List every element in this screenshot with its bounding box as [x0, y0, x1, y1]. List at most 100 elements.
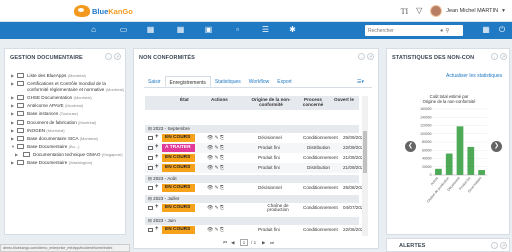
settings-icon[interactable]: ✱ — [287, 25, 298, 35]
group-row[interactable]: ⊟ 2023 - Juillet — [145, 195, 359, 203]
row-checkbox[interactable] — [148, 155, 153, 160]
plus-icon[interactable]: + — [155, 226, 159, 233]
column-header-state[interactable]: État — [180, 97, 189, 102]
column-header-origin[interactable]: Origine de la non-conformité — [250, 97, 292, 107]
avatar[interactable] — [430, 5, 443, 17]
column-header-actions[interactable]: Actions — [211, 97, 228, 102]
plus-icon[interactable]: + — [155, 134, 159, 141]
search-box[interactable]: ● ⚲ — [365, 25, 463, 36]
collapse-icon[interactable]: - — [491, 53, 498, 60]
expand-icon[interactable]: ↗ — [500, 53, 507, 60]
tree-item[interactable]: ▶ Base documentaire SICA (Montréal) — [11, 135, 127, 142]
collapse-icon[interactable]: - — [491, 242, 498, 249]
plus-icon[interactable]: + — [155, 144, 159, 151]
table-row[interactable]: + EN COURS 👁✎⎘ Produit fini Conditionnem… — [145, 225, 363, 235]
chevron-right-icon[interactable]: ▶ — [11, 95, 14, 101]
page-input[interactable]: 1 — [240, 239, 248, 246]
chevron-right-icon[interactable]: ▶ — [11, 73, 14, 79]
row-checkbox[interactable] — [148, 135, 153, 140]
row-actions[interactable]: 👁✎⎘ — [207, 134, 225, 142]
row-actions[interactable]: 👁✎⎘ — [207, 184, 225, 192]
row-checkbox[interactable] — [148, 145, 153, 150]
row-actions[interactable]: 👁✎⎘ — [207, 226, 225, 234]
chevron-right-icon[interactable]: ▶ — [15, 152, 18, 158]
tree-item[interactable]: ▶ Liste des BlueApps (Montréal) — [11, 73, 127, 79]
tab-saisir[interactable]: Saisir — [144, 76, 165, 87]
collapse-icon[interactable]: - — [105, 53, 112, 60]
folder-icon[interactable]: ▣ — [203, 25, 214, 35]
plus-icon[interactable]: + — [155, 184, 159, 191]
search-icon[interactable]: ⚲ — [445, 28, 449, 34]
plus-icon[interactable]: + — [155, 164, 159, 171]
table-row[interactable]: + EN COURS 👁✎⎘ Décisionnel Conditionneme… — [145, 183, 363, 193]
apps-icon[interactable]: ▦ — [481, 25, 491, 35]
power-icon[interactable]: ⏻ — [497, 25, 507, 35]
next-page-icon[interactable]: ▶ — [262, 240, 266, 246]
search-input[interactable] — [368, 27, 438, 34]
chevron-right-icon[interactable]: ▶ — [11, 136, 14, 142]
tree-item[interactable]: ▶ Certifications et Contrôle mondial de l… — [11, 81, 127, 92]
tree-item[interactable]: ▶ INOGEN (Montréal) — [11, 127, 127, 134]
tab-enregistrements[interactable]: Enregistrements — [164, 76, 211, 87]
chevron-right-icon[interactable]: ▶ — [11, 128, 14, 134]
tree-item[interactable]: ▶ Antécorne APAVE (Montréal) — [11, 103, 127, 109]
vertical-scrollbar[interactable] — [362, 96, 368, 236]
tree-item[interactable]: ▶ Base instances (Toulouse) — [11, 111, 127, 117]
home-icon[interactable]: ⌂ — [88, 25, 99, 35]
tab-workflow[interactable]: Workflow — [245, 76, 273, 87]
tab-export[interactable]: Export — [273, 76, 295, 87]
row-checkbox[interactable] — [148, 185, 153, 190]
tablet-icon[interactable]: ▭ — [118, 25, 129, 35]
chevron-down-icon[interactable]: ▼ — [501, 8, 506, 14]
plus-icon[interactable]: + — [155, 154, 159, 161]
tree-item[interactable]: ▶ Documentation technique GMAO (Singapore… — [11, 152, 127, 158]
list-icon[interactable]: ☰ — [260, 25, 271, 35]
tab-statistiques[interactable]: Statistiques — [211, 76, 245, 87]
table-row[interactable]: + EN COURS 👁✎⎘ Produit fini Distribution… — [145, 163, 363, 173]
tree-item[interactable]: ▶ GHSE Documentation (Montréal) — [11, 94, 127, 101]
microphone-icon[interactable]: ● — [440, 28, 443, 34]
row-actions[interactable]: 👁✎⎘ — [207, 154, 225, 162]
carousel-prev-button[interactable]: ❮ — [405, 141, 416, 152]
group-row[interactable]: ⊟ 2023 - Juin — [145, 217, 359, 225]
table-row[interactable]: + EN COURS 👁✎⎘ Chaîne de production Cond… — [145, 203, 363, 213]
group-row[interactable]: ⊟ 2023 - Septembre — [145, 125, 359, 133]
carousel-next-button[interactable]: ❯ — [491, 141, 502, 152]
chevron-right-icon[interactable]: ▶ — [11, 111, 14, 117]
calendar-icon[interactable]: ▦ — [175, 25, 186, 35]
chevron-down-icon[interactable]: ▼ — [11, 144, 15, 150]
table-row[interactable]: + À TRAITER 👁✎⎘ Produit fini Distributio… — [145, 143, 363, 153]
row-actions[interactable]: 👁✎⎘ — [207, 164, 225, 172]
group-row[interactable]: ⊟ 2023 - Août — [145, 175, 359, 183]
row-checkbox[interactable] — [148, 227, 153, 232]
column-header-opened[interactable]: Ouvert le — [334, 97, 354, 102]
refresh-statistics-link[interactable]: Actualiser les statistiques — [446, 73, 502, 79]
prev-page-icon[interactable]: ◀ — [231, 240, 235, 246]
table-row[interactable]: + EN COURS 👁✎⎘ Produit fini Conditionnem… — [145, 153, 363, 163]
brand-logo[interactable]: BlueKanGo — [74, 3, 133, 19]
scroll-thumb[interactable] — [363, 131, 367, 173]
chart-icon[interactable]: ▫ — [232, 25, 243, 35]
chevron-right-icon[interactable]: ▶ — [11, 120, 14, 126]
expand-icon[interactable]: ↗ — [500, 242, 507, 249]
row-actions[interactable]: 👁✎⎘ — [207, 144, 225, 152]
row-actions[interactable]: 👁✎⎘ — [207, 204, 225, 212]
tree-item[interactable]: ▶ Base Documentaire (Washington) — [11, 160, 127, 166]
tree-item[interactable]: ▼ Base Documentaire (Bu...) — [11, 144, 127, 150]
row-checkbox[interactable] — [148, 165, 153, 170]
first-page-icon[interactable]: ⏮ — [223, 240, 227, 245]
expand-icon[interactable]: ↗ — [367, 53, 374, 60]
column-header-process[interactable]: Process concerné — [296, 97, 330, 107]
chevron-right-icon[interactable]: ▶ — [11, 103, 14, 109]
bell-icon[interactable]: ▽ — [414, 6, 424, 16]
chevron-right-icon[interactable]: ▶ — [11, 81, 14, 87]
tree-item[interactable]: ▶ Document de fabrication (Montréal) — [11, 119, 127, 126]
row-checkbox[interactable] — [148, 205, 153, 210]
grid-icon[interactable]: ▦ — [145, 25, 156, 35]
last-page-icon[interactable]: ⏭ — [270, 240, 274, 245]
column-menu-icon[interactable]: ☰▾ — [357, 79, 364, 85]
table-row[interactable]: + EN COURS 👁✎⎘ Décisionnel Conditionneme… — [145, 133, 363, 143]
chevron-right-icon[interactable]: ▶ — [11, 160, 14, 166]
font-toggle-button[interactable]: TI — [401, 7, 409, 16]
expand-icon[interactable]: ↗ — [114, 53, 121, 60]
